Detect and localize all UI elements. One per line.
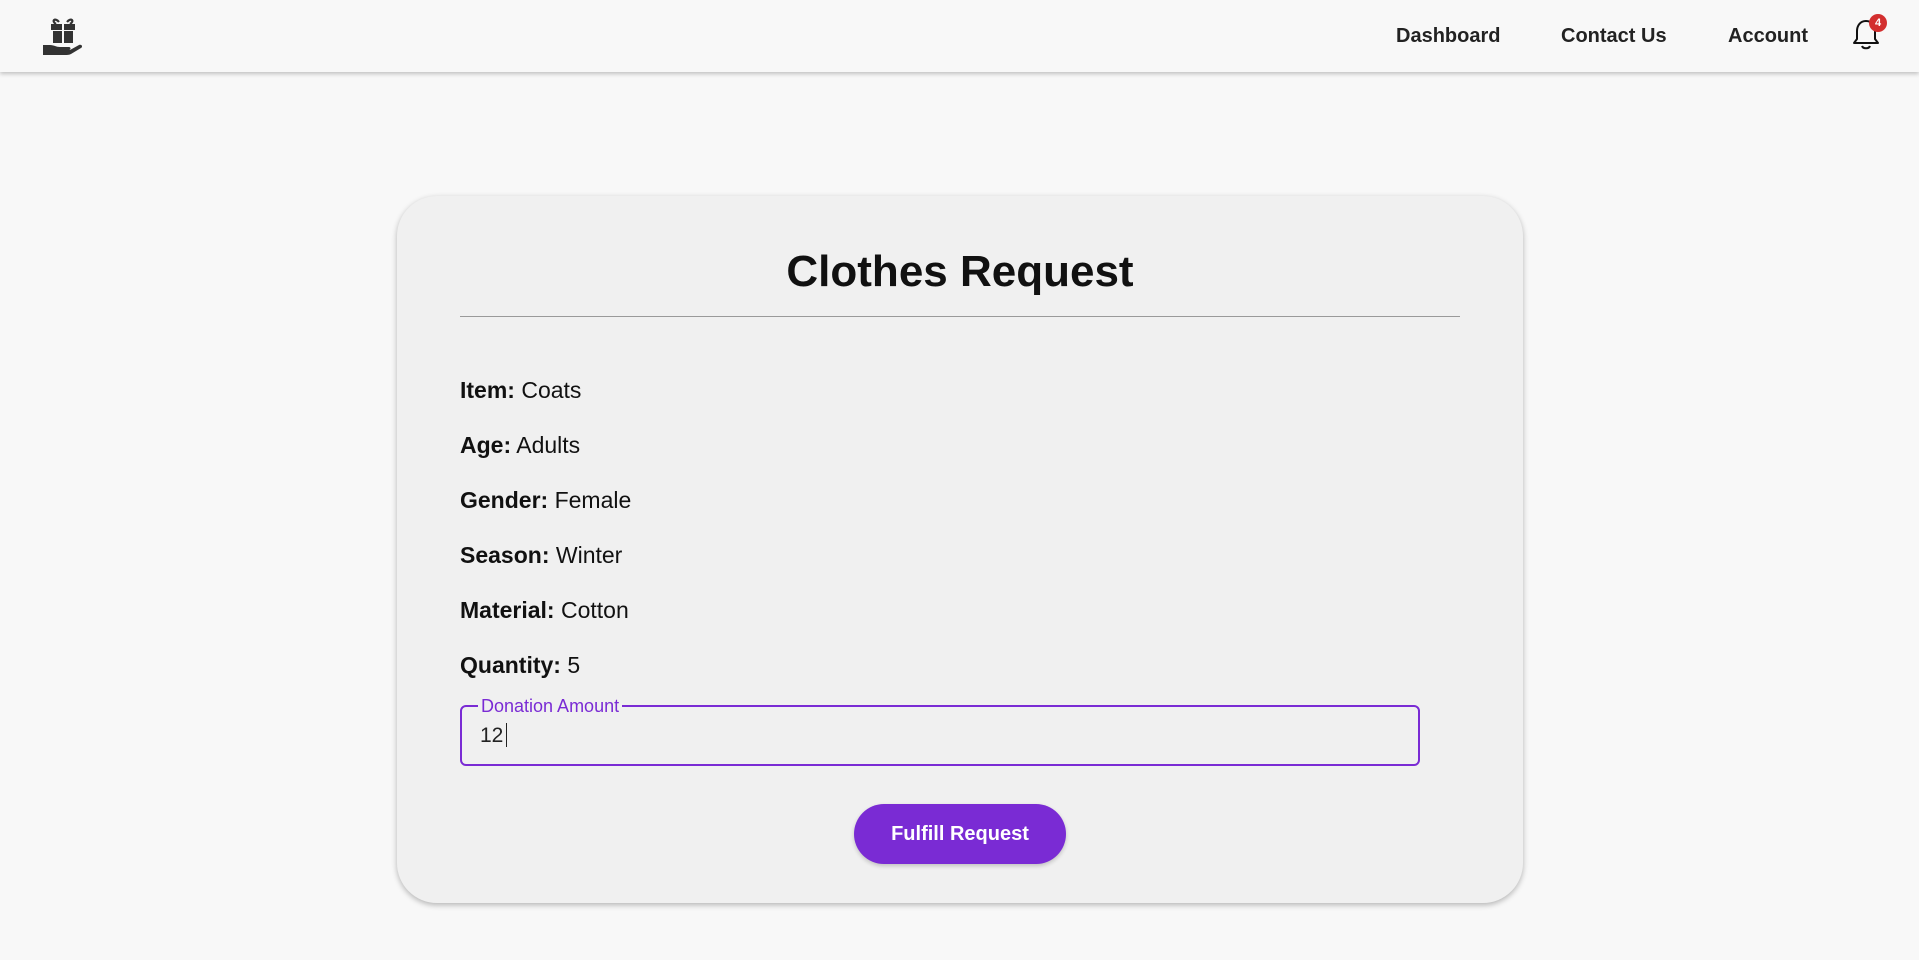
field-gender-label: Gender:: [460, 487, 549, 513]
page-title: Clothes Request: [786, 247, 1134, 296]
field-season-value: Winter: [555, 542, 623, 568]
field-season: Season: Winter: [460, 541, 622, 569]
field-item: Item: Coats: [460, 376, 581, 404]
field-season-label: Season:: [460, 542, 550, 568]
text-caret: [506, 723, 507, 747]
field-age-label: Age:: [460, 432, 512, 458]
field-item-value: Coats: [521, 377, 582, 403]
gift-in-hand-icon[interactable]: [42, 16, 84, 56]
nav-link-dashboard[interactable]: Dashboard: [1396, 24, 1500, 48]
request-card: Clothes Request Item: Coats Age: Adults …: [397, 196, 1523, 903]
donation-amount-label: Donation Amount: [478, 696, 623, 716]
field-material-value: Cotton: [560, 597, 629, 623]
field-material-label: Material:: [460, 597, 555, 623]
fulfill-request-button[interactable]: Fulfill Request: [854, 804, 1066, 864]
field-quantity: Quantity: 5: [460, 651, 580, 679]
field-gender: Gender: Female: [460, 486, 631, 514]
field-age-value: Adults: [516, 432, 581, 458]
field-age: Age: Adults: [460, 431, 580, 459]
nav-link-account[interactable]: Account: [1728, 24, 1808, 48]
field-item-label: Item:: [460, 377, 515, 403]
donation-amount-input[interactable]: [480, 721, 1380, 751]
donation-amount-field[interactable]: Donation Amount: [460, 696, 1420, 766]
field-quantity-label: Quantity:: [460, 652, 561, 678]
field-quantity-value: 5: [567, 652, 581, 678]
notifications-button[interactable]: 4: [1851, 14, 1887, 54]
nav-link-contact-us[interactable]: Contact Us: [1561, 24, 1667, 48]
field-material: Material: Cotton: [460, 596, 629, 624]
notification-count-badge: 4: [1869, 14, 1887, 32]
title-divider: [460, 316, 1460, 317]
field-gender-value: Female: [554, 487, 632, 513]
top-navbar: Dashboard Contact Us Account 4: [0, 0, 1919, 72]
